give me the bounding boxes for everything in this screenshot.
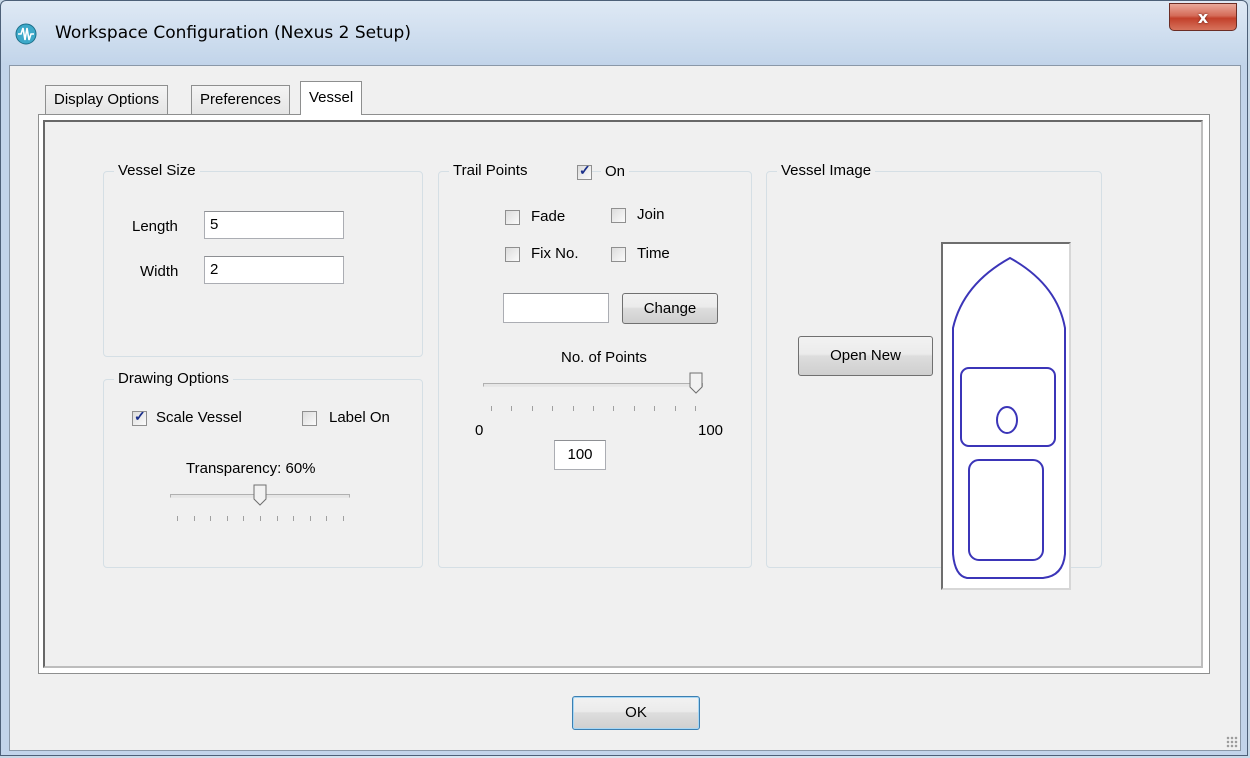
- close-icon: x: [1197, 7, 1209, 27]
- scale-vessel-checkbox[interactable]: [132, 408, 147, 426]
- slider-tick: [633, 406, 635, 411]
- close-button[interactable]: x: [1169, 3, 1237, 31]
- slider-tick: [177, 516, 178, 521]
- title-bar[interactable]: Workspace Configuration (Nexus 2 Setup) …: [1, 1, 1247, 65]
- label-on-label: Label On: [329, 409, 390, 426]
- vessel-size-legend: Vessel Size: [114, 162, 200, 179]
- drawing-options-legend: Drawing Options: [114, 370, 233, 387]
- width-input[interactable]: 2: [204, 256, 344, 284]
- slider-tick: [343, 516, 344, 521]
- points-slider-ticks: [491, 406, 696, 412]
- vessel-image-frame: [941, 242, 1071, 590]
- slider-tick: [210, 516, 212, 521]
- slider-tick: [293, 516, 295, 521]
- slider-tick: [276, 516, 278, 521]
- fade-label: Fade: [531, 208, 566, 225]
- join-checkbox[interactable]: [611, 208, 626, 223]
- resize-grip[interactable]: [1226, 736, 1238, 748]
- time-label: Time: [637, 245, 670, 262]
- trail-points-group: Trail Points On Fade Join Fix No. Time C…: [438, 162, 752, 568]
- app-icon: [15, 23, 37, 45]
- slider-tick: [613, 406, 615, 411]
- no-of-points-label: No. of Points: [561, 349, 647, 366]
- slider-tick: [552, 406, 554, 411]
- length-label: Length: [132, 218, 178, 235]
- tab-vessel[interactable]: Vessel: [300, 81, 363, 115]
- slider-tick: [226, 516, 228, 521]
- points-slider-thumb[interactable]: [689, 372, 703, 394]
- join-label: Join: [637, 206, 665, 223]
- points-value-input[interactable]: 100: [554, 440, 606, 470]
- time-checkbox[interactable]: [611, 247, 626, 262]
- slider-tick: [531, 406, 533, 411]
- slider-tick: [243, 516, 245, 521]
- label-on-checkbox[interactable]: [302, 411, 317, 426]
- dialog-client-area: Display Options Preferences Vessel Vesse…: [9, 65, 1241, 751]
- vessel-size-group: Vessel Size Length 5 Width 2: [103, 162, 423, 357]
- open-new-button[interactable]: Open New: [798, 336, 933, 376]
- slider-tick: [491, 406, 492, 411]
- change-button[interactable]: Change: [622, 293, 718, 324]
- slider-tick: [309, 516, 311, 521]
- points-slider-track[interactable]: [483, 383, 703, 387]
- vessel-image-legend: Vessel Image: [777, 162, 876, 179]
- fade-checkbox[interactable]: [505, 210, 520, 225]
- slider-tick: [593, 406, 594, 411]
- trail-points-legend: Trail Points: [449, 162, 588, 179]
- slider-tick: [260, 516, 261, 521]
- slider-tick: [511, 406, 513, 411]
- width-label: Width: [140, 263, 179, 280]
- points-max-label: 100: [698, 422, 724, 439]
- length-input[interactable]: 5: [204, 211, 344, 239]
- transparency-slider-thumb[interactable]: [253, 484, 267, 506]
- drawing-options-group: Drawing Options Scale Vessel Label On Tr…: [103, 370, 423, 568]
- window-title: Workspace Configuration (Nexus 2 Setup): [55, 23, 411, 43]
- slider-tick: [695, 406, 696, 411]
- scale-vessel-label: Scale Vessel: [156, 409, 242, 426]
- transparency-label: Transparency: 60%: [186, 460, 316, 477]
- transparency-slider-ticks: [177, 516, 344, 522]
- fix-no-checkbox[interactable]: [505, 247, 520, 262]
- slider-tick: [674, 406, 676, 411]
- points-min-label: 0: [475, 422, 484, 439]
- tab-preferences[interactable]: Preferences: [191, 85, 290, 115]
- tab-page-vessel: Vessel Size Length 5 Width 2 Drawing Opt…: [38, 114, 1210, 674]
- tab-display-options[interactable]: Display Options: [45, 85, 169, 115]
- ok-button[interactable]: OK: [572, 696, 700, 730]
- slider-tick: [326, 516, 328, 521]
- slider-tick: [572, 406, 574, 411]
- slider-tick: [193, 516, 195, 521]
- dialog-window: Workspace Configuration (Nexus 2 Setup) …: [0, 0, 1248, 756]
- vessel-outline-image: [952, 256, 1066, 579]
- tab-content-panel: Vessel Size Length 5 Width 2 Drawing Opt…: [43, 120, 1203, 668]
- trail-color-swatch[interactable]: [503, 293, 609, 323]
- slider-tick: [654, 406, 656, 411]
- fix-no-label: Fix No.: [531, 245, 579, 262]
- trail-on-label: On: [601, 163, 630, 180]
- trail-on-checkbox[interactable]: [577, 162, 592, 180]
